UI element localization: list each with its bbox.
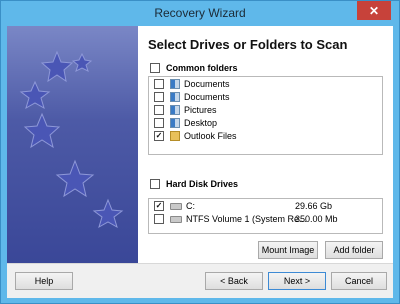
list-item[interactable]: Documents bbox=[149, 77, 382, 90]
desktop-icon bbox=[170, 117, 180, 128]
item-checkbox[interactable] bbox=[154, 200, 164, 211]
star-icon bbox=[71, 52, 93, 72]
item-label: Outlook Files bbox=[184, 130, 237, 141]
list-item[interactable]: Pictures bbox=[149, 103, 382, 116]
wizard-content: Select Drives or Folders to Scan Common … bbox=[138, 26, 393, 263]
item-checkbox[interactable] bbox=[154, 117, 164, 128]
drive-size: 29.66 Gb bbox=[295, 200, 333, 211]
mount-image-button[interactable]: Mount Image bbox=[258, 241, 318, 259]
wizard-client-area: Select Drives or Folders to Scan Common … bbox=[7, 26, 393, 298]
next-button[interactable]: Next > bbox=[268, 272, 326, 290]
drives-list[interactable]: C: 29.66 Gb NTFS Volume 1 (System Re... … bbox=[148, 198, 383, 234]
item-checkbox[interactable] bbox=[154, 91, 164, 102]
list-item[interactable]: NTFS Volume 1 (System Re... 350.00 Mb bbox=[149, 212, 382, 225]
common-folders-group[interactable]: Common folders bbox=[150, 63, 238, 73]
drive-name: NTFS Volume 1 (System Re... bbox=[186, 213, 307, 224]
item-label: Documents bbox=[184, 78, 230, 89]
common-folders-label: Common folders bbox=[166, 63, 238, 73]
add-folder-button[interactable]: Add folder bbox=[325, 241, 383, 259]
star-icon bbox=[55, 159, 95, 198]
back-button[interactable]: < Back bbox=[205, 272, 263, 290]
drive-icon bbox=[170, 216, 182, 223]
list-item[interactable]: Outlook Files bbox=[149, 129, 382, 142]
close-icon[interactable]: ✕ bbox=[369, 4, 379, 18]
common-folders-checkbox[interactable] bbox=[150, 63, 160, 73]
close-button[interactable]: ✕ bbox=[357, 1, 391, 20]
picture-library-icon bbox=[170, 104, 180, 115]
window-title: Recovery Wizard bbox=[154, 6, 246, 20]
document-library-icon bbox=[170, 78, 180, 89]
star-icon bbox=[23, 112, 61, 149]
list-item[interactable]: Documents bbox=[149, 90, 382, 103]
wizard-banner bbox=[7, 26, 138, 263]
item-checkbox[interactable] bbox=[154, 130, 164, 141]
cancel-button[interactable]: Cancel bbox=[331, 272, 387, 290]
common-folders-list[interactable]: Documents Documents Pictures Desktop ✓ O… bbox=[148, 76, 383, 155]
hard-disk-drives-label: Hard Disk Drives bbox=[166, 179, 239, 189]
star-icon bbox=[40, 50, 74, 83]
stars-decoration bbox=[19, 50, 124, 229]
recovery-wizard-window: Recovery Wizard ✕ Select Drives or Folde… bbox=[0, 0, 400, 304]
item-label: Pictures bbox=[184, 104, 217, 115]
list-item[interactable]: Desktop bbox=[149, 116, 382, 129]
star-icon bbox=[19, 80, 51, 110]
star-icon bbox=[92, 198, 124, 229]
item-checkbox[interactable] bbox=[154, 78, 164, 89]
drive-size: 350.00 Mb bbox=[295, 213, 338, 224]
drive-name: C: bbox=[186, 200, 195, 211]
title-bar: Recovery Wizard ✕ bbox=[1, 1, 399, 25]
list-item[interactable]: C: 29.66 Gb bbox=[149, 199, 382, 212]
drive-icon bbox=[170, 203, 182, 210]
item-label: Desktop bbox=[184, 117, 218, 128]
help-button[interactable]: Help bbox=[15, 272, 73, 290]
item-checkbox[interactable] bbox=[154, 104, 164, 115]
item-checkbox[interactable] bbox=[154, 213, 164, 224]
page-title: Select Drives or Folders to Scan bbox=[148, 37, 348, 52]
document-library-icon bbox=[170, 91, 180, 102]
wizard-footer: Help < Back Next > Cancel bbox=[7, 264, 393, 298]
hard-disk-drives-group[interactable]: Hard Disk Drives bbox=[150, 179, 238, 189]
item-label: Documents bbox=[184, 91, 230, 102]
folder-icon bbox=[170, 130, 180, 141]
hard-disk-drives-checkbox[interactable] bbox=[150, 179, 160, 189]
